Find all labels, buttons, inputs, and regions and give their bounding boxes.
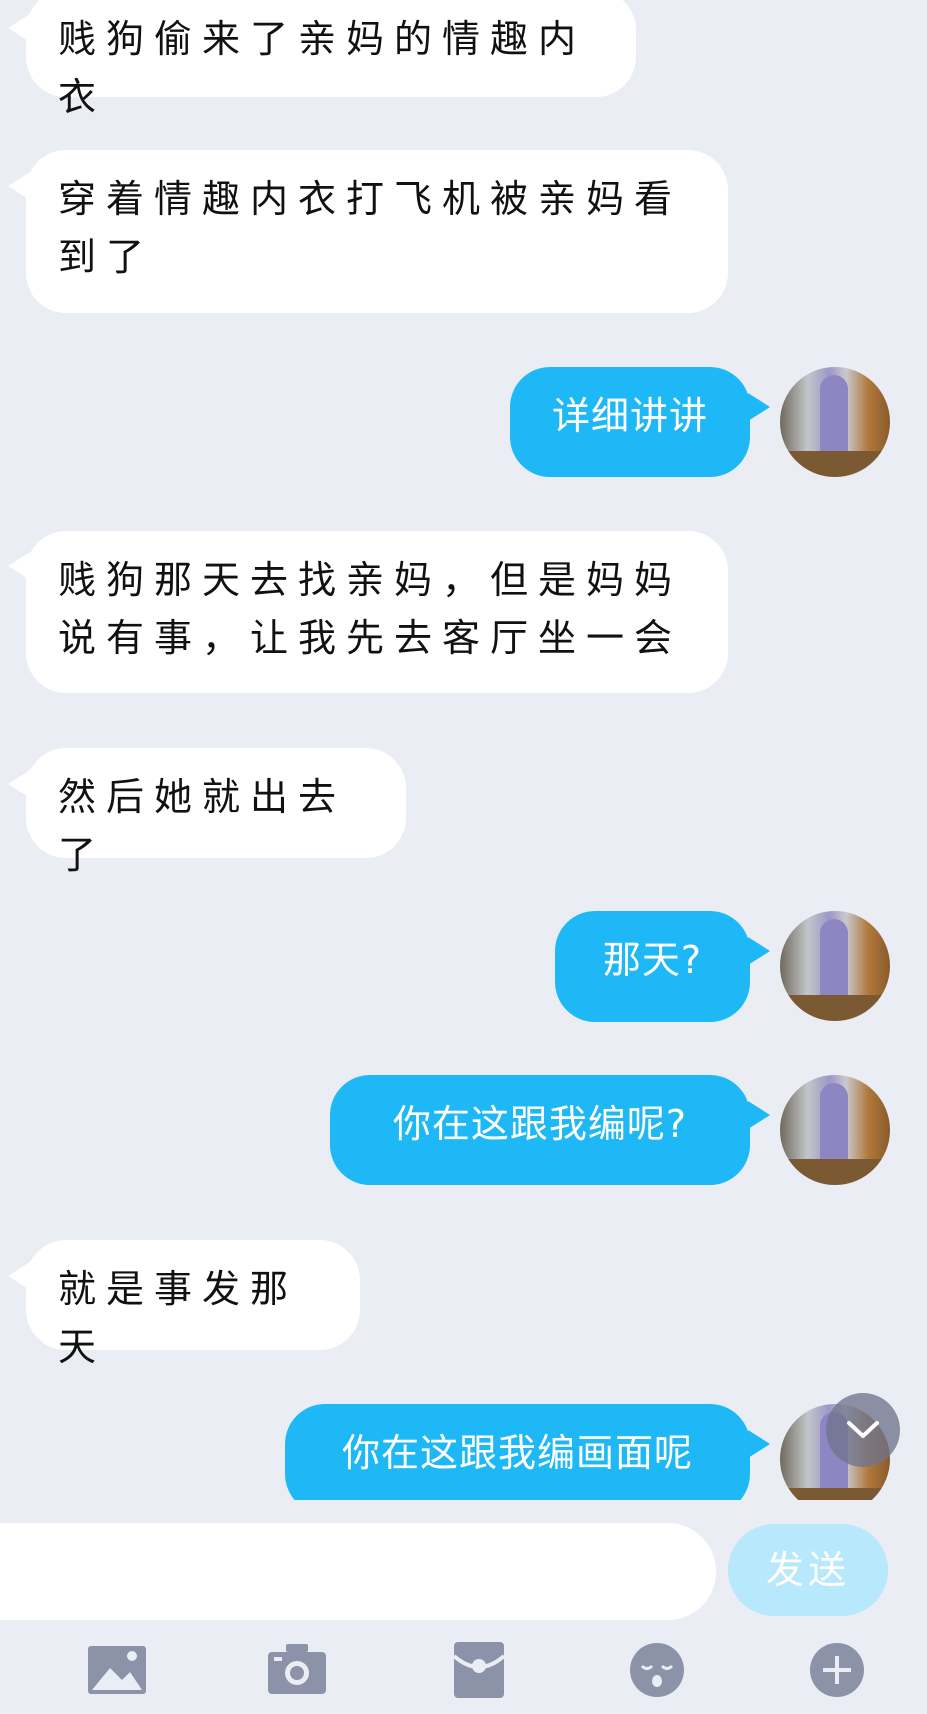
message-input[interactable] bbox=[0, 1523, 716, 1620]
camera-icon[interactable] bbox=[266, 1642, 328, 1698]
outgoing-message-bubble[interactable]: 你在这跟我编画面呢 bbox=[285, 1404, 750, 1500]
outgoing-bubble-tail bbox=[748, 937, 770, 965]
incoming-message-bubble[interactable]: 然后她就出去了 bbox=[26, 748, 406, 877]
user-avatar[interactable] bbox=[780, 1075, 890, 1185]
message-list[interactable]: 贱狗偷来了亲妈的情趣内衣 穿着情趣内衣打飞机被亲妈看到了 详细讲讲 贱狗那天去找… bbox=[0, 0, 927, 1500]
scroll-to-bottom-button[interactable] bbox=[826, 1393, 900, 1467]
user-avatar[interactable] bbox=[780, 911, 890, 1021]
incoming-message-bubble[interactable]: 穿着情趣内衣打飞机被亲妈看到了 bbox=[26, 150, 728, 313]
red-packet-icon[interactable] bbox=[448, 1642, 510, 1698]
send-button[interactable]: 发送 bbox=[728, 1524, 888, 1616]
incoming-message-bubble[interactable]: 就是事发那天 bbox=[26, 1240, 360, 1369]
input-toolbar bbox=[0, 1620, 927, 1714]
outgoing-message-bubble[interactable]: 详细讲讲 bbox=[510, 367, 750, 477]
emoji-icon[interactable] bbox=[626, 1642, 688, 1698]
image-icon[interactable] bbox=[86, 1642, 148, 1698]
outgoing-bubble-tail bbox=[748, 1430, 770, 1458]
incoming-message-bubble[interactable]: 贱狗偷来了亲妈的情趣内衣 bbox=[26, 0, 636, 119]
outgoing-bubble-tail bbox=[748, 1101, 770, 1129]
plus-icon[interactable] bbox=[806, 1642, 868, 1698]
user-avatar[interactable] bbox=[780, 367, 890, 477]
incoming-message-bubble[interactable]: 贱狗那天去找亲妈，但是妈妈说有事，让我先去客厅坐一会 bbox=[26, 531, 728, 693]
outgoing-bubble-tail bbox=[748, 393, 770, 421]
outgoing-message-bubble[interactable]: 你在这跟我编呢? bbox=[330, 1075, 750, 1185]
chevron-down-icon bbox=[847, 1421, 879, 1438]
outgoing-message-bubble[interactable]: 那天? bbox=[555, 911, 750, 1022]
